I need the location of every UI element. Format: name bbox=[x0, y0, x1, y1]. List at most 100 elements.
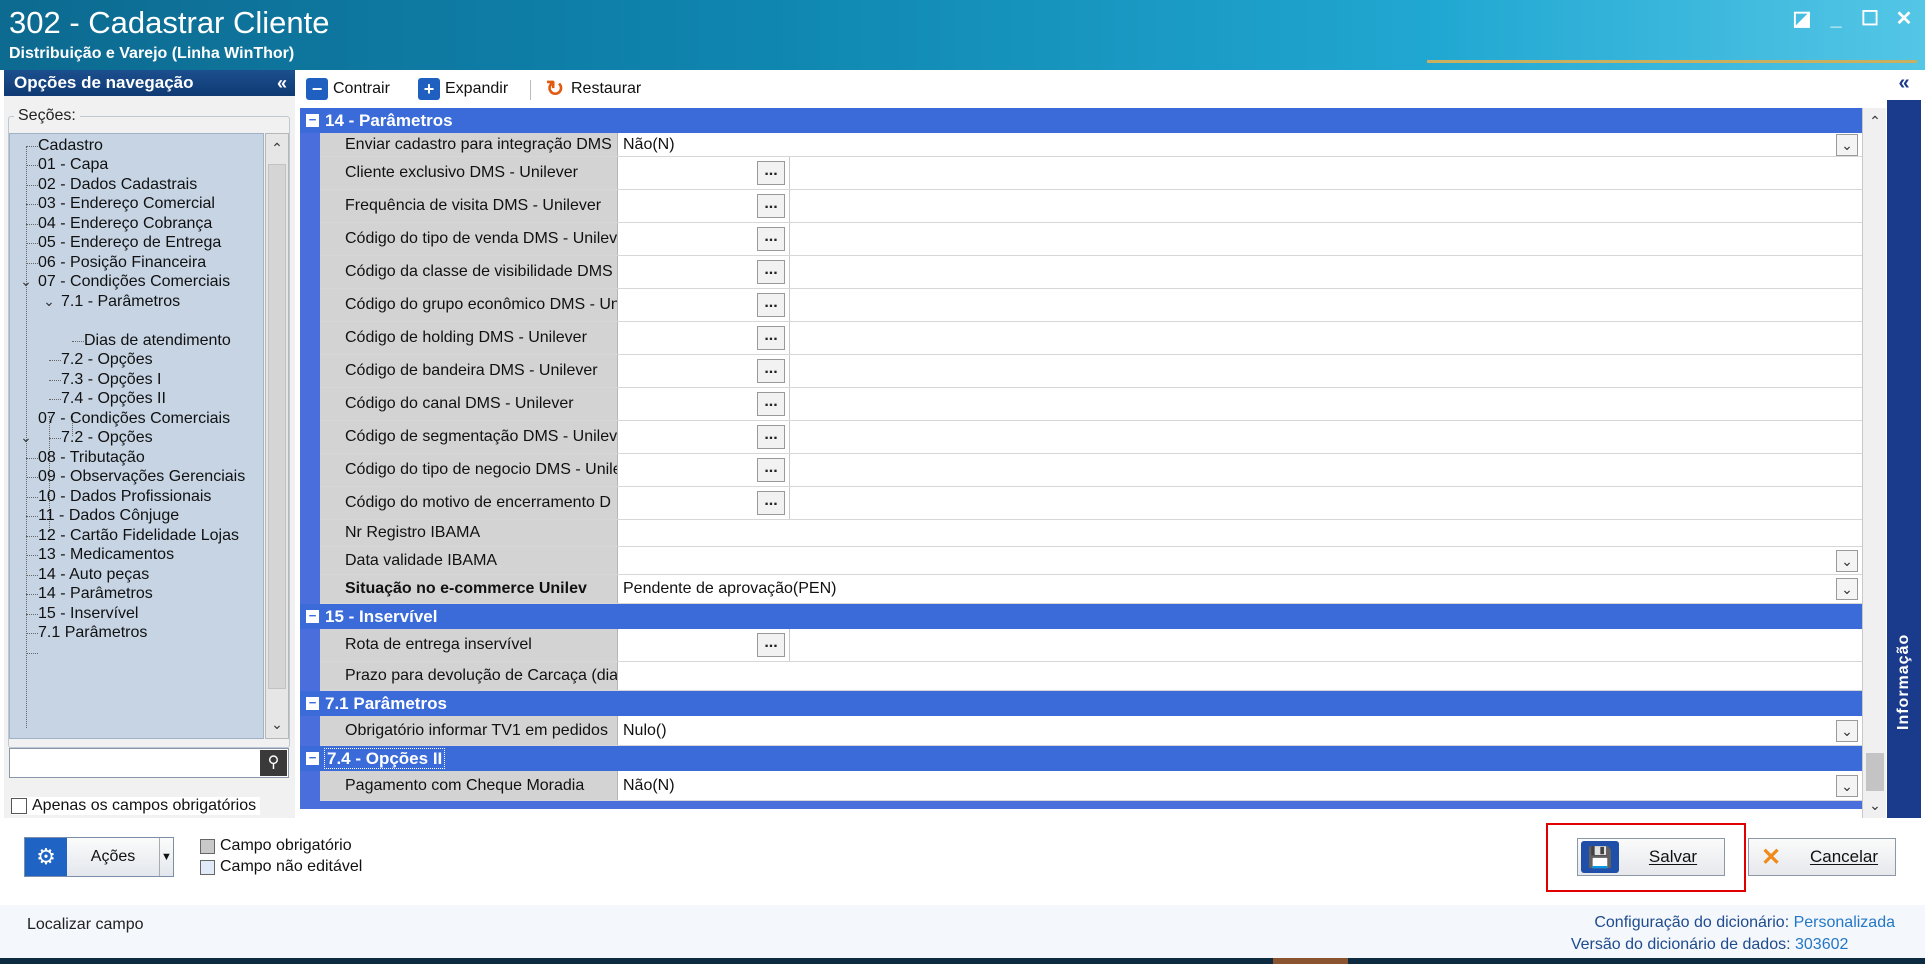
grid-scrollbar[interactable]: ⌃ ⌄ bbox=[1862, 108, 1886, 818]
grid-row[interactable]: Código de segmentação DMS - Unilev ... bbox=[320, 421, 1862, 454]
scroll-down-icon[interactable]: ⌄ bbox=[266, 712, 288, 736]
scroll-up-icon[interactable]: ⌃ bbox=[266, 136, 288, 160]
dropdown-chevron-icon[interactable]: ⌄ bbox=[1836, 578, 1858, 600]
grid-row[interactable]: Prazo para devolução de Carcaça (dia bbox=[320, 662, 1862, 691]
grid-row[interactable]: Data validade IBAMA ⌄ bbox=[320, 547, 1862, 575]
collapse-nav-icon[interactable]: « bbox=[277, 70, 287, 96]
dropdown-chevron-icon[interactable]: ⌄ bbox=[1836, 719, 1858, 742]
grid-row[interactable]: Frequência de visita DMS - Unilever ... bbox=[320, 190, 1862, 223]
expand-button[interactable]: + Expandir bbox=[418, 76, 508, 102]
row-value[interactable]: Nulo() bbox=[620, 716, 667, 745]
row-value[interactable] bbox=[620, 454, 623, 486]
grid-row[interactable]: Nr Registro IBAMA bbox=[320, 520, 1862, 547]
grid-row[interactable]: Código da classe de visibilidade DMS - .… bbox=[320, 256, 1862, 289]
lookup-button[interactable]: ... bbox=[757, 293, 785, 317]
row-value[interactable] bbox=[620, 157, 623, 189]
only-required-checkbox[interactable]: Apenas os campos obrigatórios bbox=[11, 797, 261, 815]
scroll-down-icon[interactable]: ⌄ bbox=[1863, 794, 1887, 816]
grid-row[interactable]: Código do tipo de venda DMS - Unilev ... bbox=[320, 223, 1862, 256]
lookup-button[interactable]: ... bbox=[757, 458, 785, 482]
lookup-button[interactable]: ... bbox=[757, 326, 785, 350]
grid-row[interactable]: Código de bandeira DMS - Unilever ... bbox=[320, 355, 1862, 388]
section-header-7-1-parametros[interactable]: − 7.1 Parâmetros bbox=[300, 691, 1862, 716]
lookup-button[interactable]: ... bbox=[757, 491, 785, 515]
dropdown-chevron-icon[interactable]: ⌄ bbox=[1836, 774, 1858, 797]
section-header-15-inservivel[interactable]: − 15 - Inservível bbox=[300, 604, 1862, 629]
save-button[interactable]: 💾 Salvar bbox=[1577, 838, 1725, 876]
lookup-button[interactable]: ... bbox=[757, 633, 785, 657]
cancel-button[interactable]: ✕ Cancelar bbox=[1748, 838, 1896, 876]
dropdown-arrow-icon[interactable]: ▼ bbox=[159, 838, 173, 876]
expand-chevron-icon[interactable]: ⌄ bbox=[19, 273, 33, 290]
lookup-button[interactable]: ... bbox=[757, 392, 785, 416]
grid-row[interactable]: Situação no e-commerce Unilev Pendente d… bbox=[320, 575, 1862, 604]
search-icon[interactable]: ⚲ bbox=[260, 750, 287, 776]
expand-chevron-icon[interactable]: ⌄ bbox=[42, 293, 56, 310]
lookup-button[interactable]: ... bbox=[757, 425, 785, 449]
row-value[interactable] bbox=[620, 520, 623, 546]
collapse-info-icon[interactable]: « bbox=[1887, 70, 1921, 100]
row-value[interactable] bbox=[620, 289, 623, 321]
row-value[interactable] bbox=[620, 629, 623, 661]
section-header-7-4-opcoes-ii[interactable]: − 7.4 - Opções II bbox=[300, 746, 1862, 771]
grid-row[interactable]: Rota de entrega inservível ... bbox=[320, 629, 1862, 662]
actions-button[interactable]: ⚙ Ações ▼ bbox=[24, 837, 174, 877]
lookup-button[interactable]: ... bbox=[757, 227, 785, 251]
restore-button[interactable]: ↻ Restaurar bbox=[544, 76, 641, 102]
sections-tree[interactable]: ⌄ ⌄ ⌄ Cadastro 01 - Capa 02 - Dados Cada… bbox=[9, 133, 264, 739]
row-value[interactable] bbox=[620, 355, 623, 387]
dropdown-chevron-icon[interactable]: ⌄ bbox=[1836, 133, 1858, 156]
grid-row[interactable]: Código de holding DMS - Unilever ... bbox=[320, 322, 1862, 355]
locate-field-link[interactable]: Localizar campo bbox=[27, 916, 144, 934]
grid-row[interactable]: Código do motivo de encerramento D ... bbox=[320, 487, 1862, 520]
toolbar-separator bbox=[530, 80, 531, 100]
row-value[interactable] bbox=[620, 421, 623, 453]
restore-icon[interactable]: ◪ bbox=[1791, 8, 1813, 30]
contract-button[interactable]: − Contrair bbox=[306, 76, 390, 102]
row-value[interactable]: Não(N) bbox=[620, 133, 675, 156]
floppy-disk-icon: 💾 bbox=[1581, 841, 1619, 873]
row-value[interactable] bbox=[620, 487, 623, 519]
dropdown-chevron-icon[interactable]: ⌄ bbox=[1836, 549, 1858, 572]
collapse-icon[interactable]: − bbox=[306, 609, 319, 623]
close-button[interactable]: ✕ bbox=[1893, 8, 1915, 30]
tree-item[interactable]: 7.1 Parâmetros bbox=[38, 621, 147, 645]
grid-row[interactable]: Obrigatório informar TV1 em pedidos Nulo… bbox=[320, 716, 1862, 746]
lookup-button[interactable]: ... bbox=[757, 161, 785, 185]
grid-row[interactable]: Código do grupo econômico DMS - Un ... bbox=[320, 289, 1862, 322]
grid-row[interactable]: Enviar cadastro para integração DMS Não(… bbox=[320, 133, 1862, 157]
minimize-button[interactable]: _ bbox=[1825, 8, 1847, 30]
row-value[interactable] bbox=[620, 322, 623, 354]
info-panel-label[interactable]: Informação bbox=[1895, 634, 1913, 730]
expand-chevron-icon[interactable]: ⌄ bbox=[19, 429, 33, 446]
collapse-icon[interactable]: − bbox=[306, 696, 319, 710]
collapse-icon[interactable]: − bbox=[306, 113, 319, 127]
maximize-button[interactable]: ☐ bbox=[1859, 8, 1881, 30]
grid-row[interactable]: Cliente exclusivo DMS - Unilever ... bbox=[320, 157, 1862, 190]
row-value[interactable] bbox=[620, 190, 623, 222]
checkbox-icon[interactable] bbox=[11, 798, 27, 814]
scroll-thumb[interactable] bbox=[1866, 753, 1884, 791]
section-search-input[interactable] bbox=[12, 751, 257, 775]
lookup-button[interactable]: ... bbox=[757, 359, 785, 383]
row-value[interactable]: Não(N) bbox=[620, 771, 675, 800]
row-value[interactable] bbox=[620, 662, 623, 690]
lookup-button[interactable]: ... bbox=[757, 260, 785, 284]
row-value[interactable]: Pendente de aprovação(PEN) bbox=[620, 575, 836, 603]
collapse-icon[interactable]: − bbox=[306, 751, 319, 765]
row-value[interactable] bbox=[620, 223, 623, 255]
row-value[interactable] bbox=[620, 256, 623, 288]
lookup-button[interactable]: ... bbox=[757, 194, 785, 218]
row-value[interactable] bbox=[620, 547, 623, 574]
scroll-thumb[interactable] bbox=[268, 164, 286, 689]
row-value[interactable] bbox=[620, 388, 623, 420]
save-label: Salvar bbox=[1648, 847, 1698, 866]
grid-row[interactable]: Código do tipo de negocio DMS - Unile ..… bbox=[320, 454, 1862, 487]
tree-scrollbar[interactable]: ⌃ ⌄ bbox=[265, 133, 289, 739]
info-side-panel[interactable]: « Informação bbox=[1887, 70, 1921, 825]
tree-item[interactable]: 7.1 - Parâmetros bbox=[61, 290, 180, 314]
grid-row[interactable]: Código do canal DMS - Unilever ... bbox=[320, 388, 1862, 421]
section-header-14-parametros[interactable]: − 14 - Parâmetros bbox=[300, 108, 1862, 133]
scroll-up-icon[interactable]: ⌃ bbox=[1863, 110, 1887, 132]
grid-row[interactable]: Pagamento com Cheque Moradia Não(N) ⌄ bbox=[320, 771, 1862, 801]
